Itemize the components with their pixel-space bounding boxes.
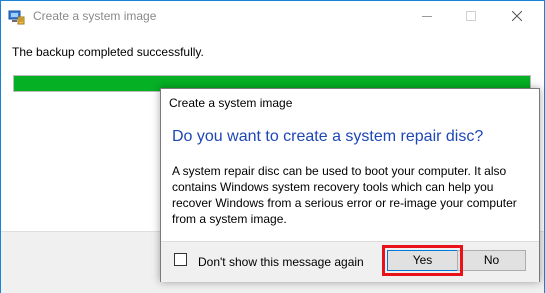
dialog-title: Create a system image [169, 96, 293, 110]
maximize-icon [466, 11, 476, 21]
dont-show-again-checkbox[interactable] [174, 253, 187, 266]
dialog-footer: Don't show this message again Yes No [161, 241, 539, 282]
title-bar[interactable]: Create a system image [1, 1, 544, 32]
no-button[interactable]: No [457, 250, 526, 271]
window-title: Create a system image [33, 9, 157, 23]
minimize-button[interactable] [405, 1, 449, 32]
dialog-title-bar[interactable]: Create a system image [161, 89, 539, 116]
dont-show-again-label[interactable]: Don't show this message again [198, 255, 364, 269]
close-icon [512, 11, 522, 21]
backup-status-message: The backup completed successfully. [12, 45, 204, 59]
backup-app-icon [8, 8, 26, 26]
repair-disc-dialog: Create a system image Do you want to cre… [160, 88, 540, 282]
dialog-body-text: A system repair disc can be used to boot… [172, 164, 517, 226]
close-button[interactable] [495, 1, 539, 32]
minimize-icon [422, 16, 432, 17]
yes-button[interactable]: Yes [387, 250, 458, 271]
dialog-heading: Do you want to create a system repair di… [172, 128, 484, 145]
maximize-button[interactable] [449, 1, 493, 32]
